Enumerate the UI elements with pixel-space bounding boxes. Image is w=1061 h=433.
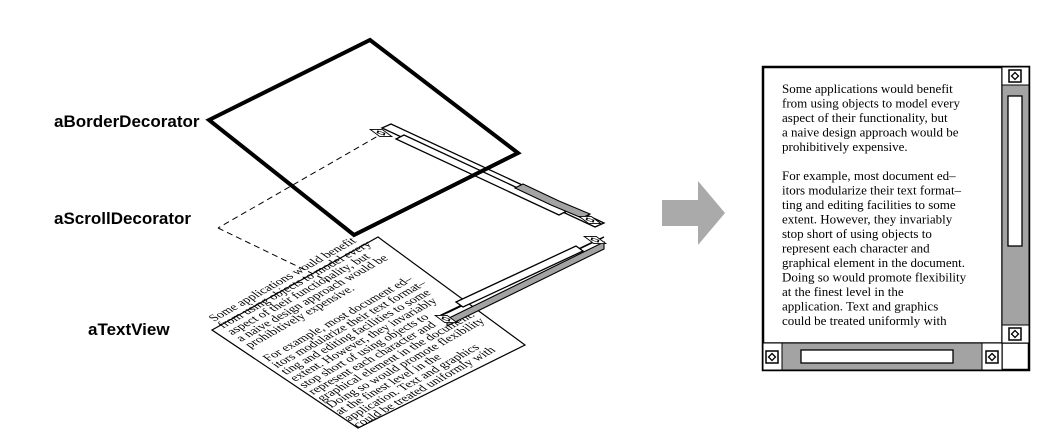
scroll-left-button[interactable] — [762, 342, 783, 371]
scroll-right-button[interactable] — [981, 342, 1003, 371]
text-view-text: Some applications would benefitfrom usin… — [205, 229, 515, 430]
text-view-label: aTextView — [88, 320, 170, 339]
text-line: from using objects to model every — [782, 96, 960, 111]
text-line: graphical element in the document. — [782, 255, 965, 270]
text-line: represent each character and — [782, 241, 930, 256]
text-line: ting and editing facilities to some — [782, 197, 956, 212]
right-arrow-icon — [985, 350, 999, 364]
text-view-layer: Some applications would benefitfrom usin… — [205, 229, 527, 430]
text-line: application. Text and graphics — [782, 299, 938, 314]
scroll-decorator-label: aScrollDecorator — [54, 209, 191, 228]
horizontal-scroll-thumb[interactable] — [800, 349, 954, 364]
border-decorator-label: aBorderDecorator — [54, 112, 200, 131]
arrow-icon — [662, 181, 725, 245]
border-decorator-layer — [205, 37, 522, 238]
composed-window: Some applications would benefit from usin… — [761, 65, 1031, 372]
text-line: aspect of their functionality, but — [782, 110, 948, 125]
left-arrow-icon — [765, 350, 779, 364]
text-line: itors modularize their text format– — [782, 183, 962, 198]
text-line: Doing so would promote flexibility — [782, 270, 967, 285]
text-line: stop short of using objects to — [782, 226, 932, 241]
up-arrow-icon — [1008, 69, 1022, 83]
scroll-down-button[interactable] — [1001, 324, 1030, 344]
text-line: prohibitively expensive. — [782, 139, 908, 154]
scroll-up-button[interactable] — [1001, 66, 1030, 86]
text-line: a naive design approach would be — [782, 125, 959, 140]
text-line: Some applications would benefit — [782, 81, 953, 96]
vertical-scrollbar[interactable] — [1001, 66, 1030, 344]
text-line: could be treated uniformly with — [782, 313, 947, 328]
text-line: at the finest level in the — [782, 284, 904, 299]
horizontal-scrollbar[interactable] — [762, 342, 1003, 371]
text-line: For example, most document ed– — [782, 168, 956, 183]
vertical-scroll-thumb[interactable] — [1007, 95, 1023, 247]
text-line: extent. However, they invariably — [782, 212, 953, 227]
down-arrow-icon — [1008, 327, 1022, 341]
